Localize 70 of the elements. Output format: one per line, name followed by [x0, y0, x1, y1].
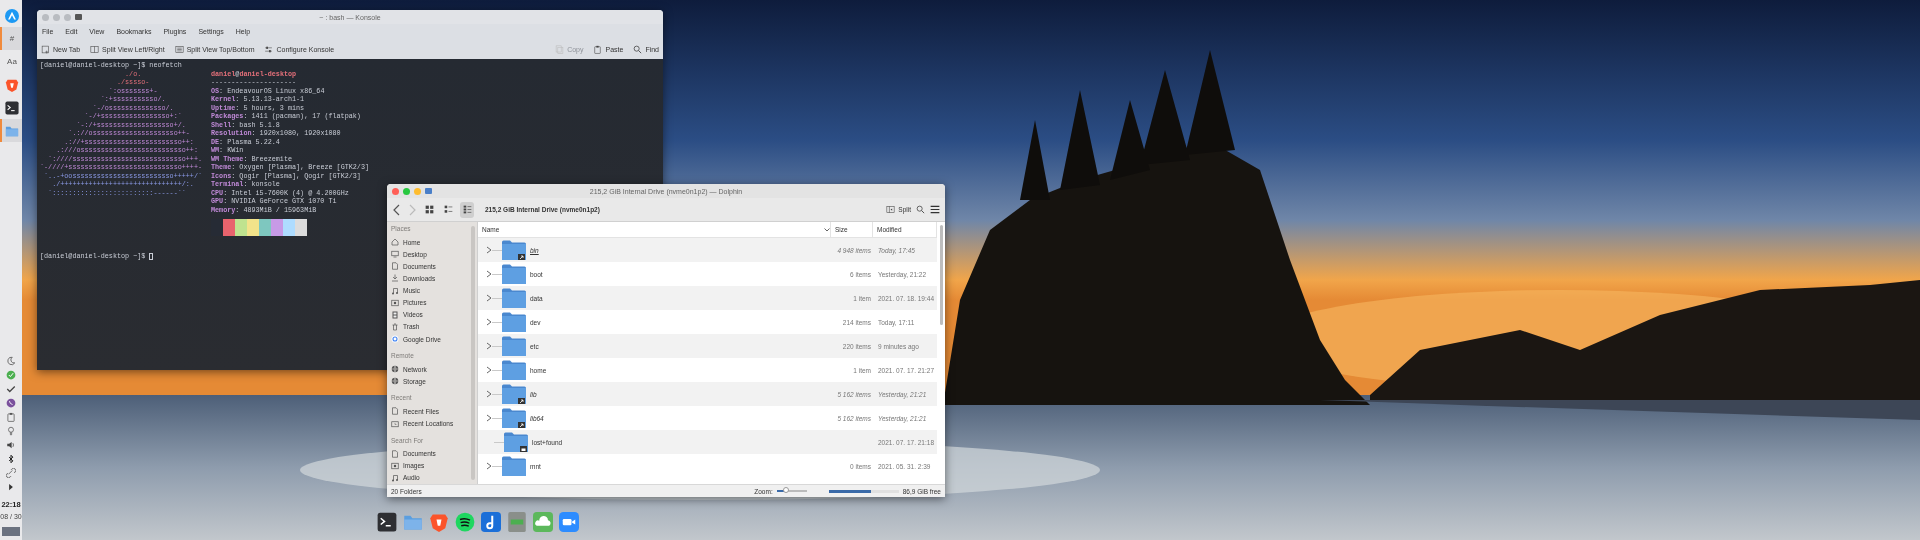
clipboard-icon	[593, 44, 603, 54]
new-tab-icon	[41, 44, 50, 54]
recent-locations-icon	[391, 419, 399, 428]
bluetooth-icon[interactable]	[6, 454, 16, 464]
sort-caret-icon	[824, 227, 830, 232]
copy-icon	[555, 44, 565, 54]
music-note-icon	[391, 286, 399, 295]
picture-icon	[391, 461, 399, 470]
folder-icon	[502, 336, 526, 356]
compact-view-icon	[443, 205, 453, 214]
panel-item[interactable]: Aa	[0, 50, 22, 73]
cursor-icon	[149, 252, 154, 260]
expand-chevron-icon[interactable]	[486, 390, 492, 398]
scrollbar-thumb[interactable]	[939, 225, 943, 325]
icons-view-icon	[424, 205, 434, 214]
volume-icon[interactable]	[6, 440, 16, 450]
lion-shield-icon[interactable]	[5, 77, 19, 92]
sliders-icon	[264, 44, 274, 54]
expand-chevron-icon[interactable]	[486, 414, 492, 422]
film-icon	[391, 310, 399, 319]
document-icon	[391, 407, 399, 416]
check-circle-icon[interactable]	[6, 370, 16, 380]
app-launcher-icon[interactable]	[5, 8, 19, 23]
expand-chevron-icon[interactable]	[486, 270, 492, 278]
split-left-right-icon	[90, 44, 100, 54]
monitor-icon	[391, 250, 399, 259]
panel-item[interactable]: #	[0, 27, 22, 50]
picture-icon	[391, 298, 399, 307]
terminal-icon[interactable]	[5, 100, 19, 115]
back-icon[interactable]	[392, 203, 402, 216]
document-icon	[391, 449, 399, 458]
search-icon	[633, 44, 643, 54]
cloud-icon[interactable]	[533, 512, 553, 532]
lightbulb-icon[interactable]	[6, 426, 16, 436]
clipboard-icon[interactable]	[6, 412, 16, 422]
music-note-icon	[391, 473, 399, 482]
close-button[interactable]	[392, 187, 399, 195]
split-top-bottom-icon	[174, 44, 184, 54]
globe-icon	[391, 377, 399, 386]
zoom-slider-thumb[interactable]	[782, 487, 789, 494]
menu-icon[interactable]	[930, 205, 940, 214]
details-view-icon	[462, 205, 472, 214]
expand-chevron-icon[interactable]	[486, 342, 492, 350]
expand-chevron-icon[interactable]	[486, 294, 492, 302]
view-mode-button[interactable]	[460, 201, 474, 218]
video-camera-icon[interactable]	[559, 512, 579, 532]
split-view-icon	[886, 205, 896, 214]
expand-chevron-icon[interactable]	[486, 366, 492, 374]
circle-waves-icon[interactable]	[455, 512, 475, 532]
home-icon	[391, 238, 399, 247]
folder-icon	[502, 312, 526, 332]
folder-icon	[502, 360, 526, 380]
phone-bubble-icon[interactable]	[6, 398, 16, 408]
expand-chevron-icon[interactable]	[486, 462, 492, 470]
document-icon	[391, 262, 399, 271]
globe-icon	[391, 365, 399, 374]
folder-icon	[502, 288, 526, 308]
music-note-app-icon[interactable]	[481, 512, 501, 532]
search-icon[interactable]	[916, 205, 925, 214]
trash-icon	[391, 322, 399, 331]
ring-icon	[391, 335, 399, 344]
folder-icon	[502, 264, 526, 284]
link-icon[interactable]	[6, 468, 16, 478]
download-icon	[391, 274, 399, 283]
moon-icon[interactable]	[6, 356, 16, 366]
lion-shield-icon[interactable]	[429, 512, 449, 532]
expand-chevron-icon[interactable]	[486, 318, 492, 326]
folder-icon	[502, 456, 526, 476]
expand-chevron-icon[interactable]	[486, 246, 492, 254]
checkmark-icon[interactable]	[6, 384, 16, 394]
